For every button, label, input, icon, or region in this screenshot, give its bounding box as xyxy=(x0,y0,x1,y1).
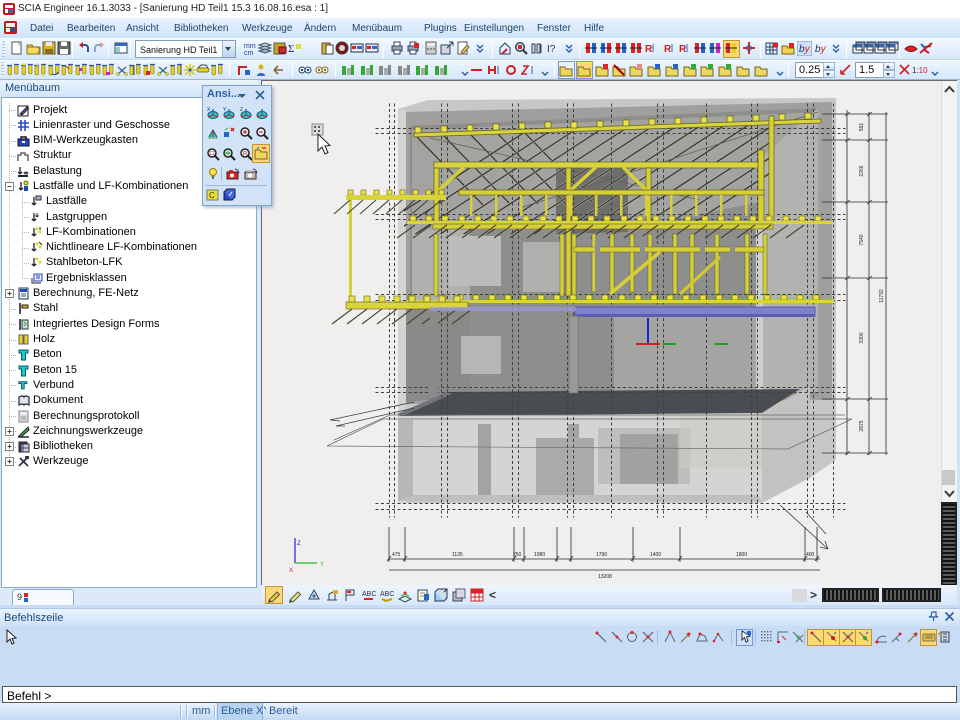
svg-text:2266: 2266 xyxy=(859,165,865,176)
svg-text:13208: 13208 xyxy=(598,574,612,580)
svg-text:1400: 1400 xyxy=(650,552,661,558)
svg-text:400: 400 xyxy=(806,552,815,558)
svg-text:3300: 3300 xyxy=(859,332,865,343)
svg-text:ABC: ABC xyxy=(380,591,394,598)
svg-text:Σ: Σ xyxy=(288,43,294,55)
svg-text:R: R xyxy=(679,44,687,55)
svg-text:1790: 1790 xyxy=(596,552,607,558)
svg-text:Y: Y xyxy=(320,562,324,568)
svg-text:1135: 1135 xyxy=(452,552,463,558)
svg-text:7540: 7540 xyxy=(859,234,865,245)
svg-text:9: 9 xyxy=(17,592,22,602)
svg-text:C: C xyxy=(209,191,215,200)
svg-text:1800: 1800 xyxy=(736,552,747,558)
svg-text:by: by xyxy=(799,44,811,55)
svg-text:ABC: ABC xyxy=(362,591,376,598)
svg-text:mm: mm xyxy=(244,43,256,50)
svg-text:R: R xyxy=(645,44,653,55)
svg-text:by: by xyxy=(815,44,827,55)
svg-text:11792: 11792 xyxy=(879,289,885,303)
svg-text:2875: 2875 xyxy=(859,420,865,431)
svg-text:1080: 1080 xyxy=(534,552,545,558)
svg-text:X: X xyxy=(289,568,293,574)
svg-text:I?: I? xyxy=(547,44,556,55)
svg-text:Z: Z xyxy=(297,541,301,547)
svg-text:R: R xyxy=(243,152,248,158)
svg-text:475: 475 xyxy=(392,552,401,558)
svg-text:250: 250 xyxy=(513,552,522,558)
svg-text:591: 591 xyxy=(859,123,865,132)
svg-text:cm: cm xyxy=(244,50,254,56)
svg-text:R: R xyxy=(664,44,672,55)
